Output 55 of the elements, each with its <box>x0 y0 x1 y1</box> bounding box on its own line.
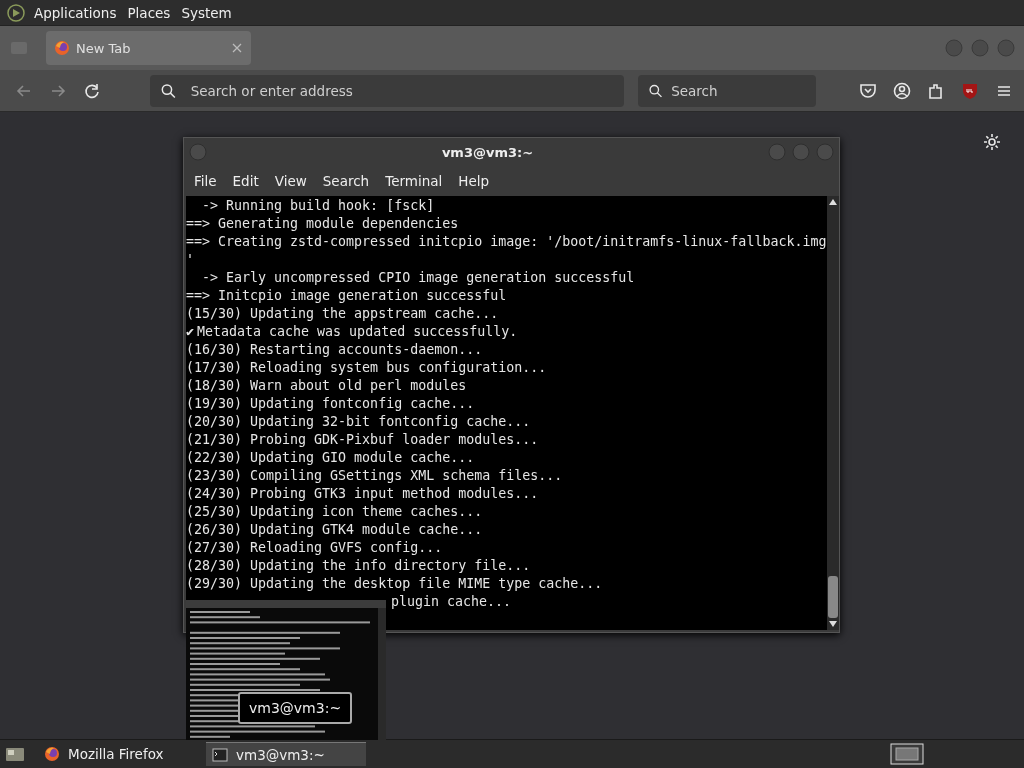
terminal-line: ==> Initcpio image generation successful <box>186 288 507 303</box>
menu-logo-icon[interactable] <box>6 2 26 23</box>
workspace-icon[interactable] <box>890 743 924 765</box>
settings-icon[interactable] <box>982 132 1002 152</box>
terminal-line: (16/30) Restarting accounts-daemon... <box>186 342 483 357</box>
terminal-line: (29/30) Updating the desktop file MIME type cache... <box>186 576 603 591</box>
firefox-icon <box>54 40 70 56</box>
terminal-line: Metadata cache was updated successfully. <box>197 324 518 339</box>
terminal-line: (15/30) Updating the appstream cache... <box>186 306 499 321</box>
menu-item[interactable]: File <box>188 173 225 189</box>
panel-menu[interactable]: System <box>177 4 239 21</box>
menu-item[interactable]: Search <box>316 173 378 189</box>
terminal-line: (17/30) Reloading system bus configuration... <box>186 360 547 375</box>
terminal-line: ==> Generating module dependencies <box>186 216 459 231</box>
firefox-icon <box>44 746 60 762</box>
terminal-line: -> Running build hook: [fsck] <box>201 198 435 213</box>
terminal-line: (19/30) Updating fontconfig cache... <box>186 396 475 411</box>
terminal-line: (20/30) Updating 32-bit fontconfig cache... <box>186 414 531 429</box>
account-icon[interactable] <box>892 80 912 101</box>
terminal-line: plugin cache... <box>391 594 512 609</box>
browser-tab[interactable]: New Tab <box>46 31 251 65</box>
panel-menu[interactable]: Places <box>123 4 178 21</box>
terminal-icon <box>212 747 228 762</box>
menu-item[interactable]: Terminal <box>379 173 451 189</box>
menu-item[interactable]: View <box>268 173 315 189</box>
menu-item[interactable]: Edit <box>226 173 267 189</box>
terminal-line: (18/30) Warn about old perl modules <box>186 378 467 393</box>
terminal-line: (23/30) Compiling GSettings XML schema files... <box>186 468 563 483</box>
terminal-line: -> Early uncompressed CPIO image generation successful <box>201 270 635 285</box>
scrollbar[interactable] <box>827 196 839 630</box>
terminal-line: (28/30) Updating the info directory file... <box>186 558 531 573</box>
terminal-line: ' <box>186 252 194 267</box>
terminal-line: (26/30) Updating GTK4 module cache... <box>186 522 483 537</box>
terminal-line: (25/30) Updating icon theme caches... <box>186 504 483 519</box>
scroll-down-icon[interactable] <box>829 621 837 627</box>
panel-menu[interactable]: Applications <box>30 4 124 21</box>
terminal-line: ==> Creating zstd-compressed initcpio image: '/boot/initramfs-linux-fallback.img <box>186 234 827 249</box>
terminal-line: (24/30) Probing GTK3 input method modules... <box>186 486 539 501</box>
search-bar[interactable]: Search <box>638 74 816 107</box>
address-field[interactable]: Search or enter address <box>188 81 614 100</box>
scroll-up-icon[interactable] <box>829 199 837 205</box>
terminal-line: (21/30) Probing GDK-Pixbuf loader modules... <box>186 432 539 447</box>
scroll-thumb[interactable] <box>828 576 838 618</box>
terminal-line: (22/30) Updating GIO module cache... <box>186 450 475 465</box>
search-field[interactable]: Search <box>669 81 806 100</box>
terminal-line: (27/30) Reloading GVFS config... <box>186 540 443 555</box>
preview-label: vm3@vm3:~ <box>238 692 353 724</box>
check-mark: ✔ <box>186 324 194 339</box>
taskbar-button[interactable]: Mozilla Firefox <box>38 742 198 766</box>
window-title: vm3@vm3:~ <box>440 144 535 160</box>
close-icon[interactable] <box>231 42 243 54</box>
taskbar-button[interactable]: vm3@vm3:~ <box>206 742 366 766</box>
menu-item[interactable]: Help <box>452 173 498 189</box>
search-icon <box>160 81 177 100</box>
address-bar[interactable]: Search or enter address <box>150 74 624 107</box>
